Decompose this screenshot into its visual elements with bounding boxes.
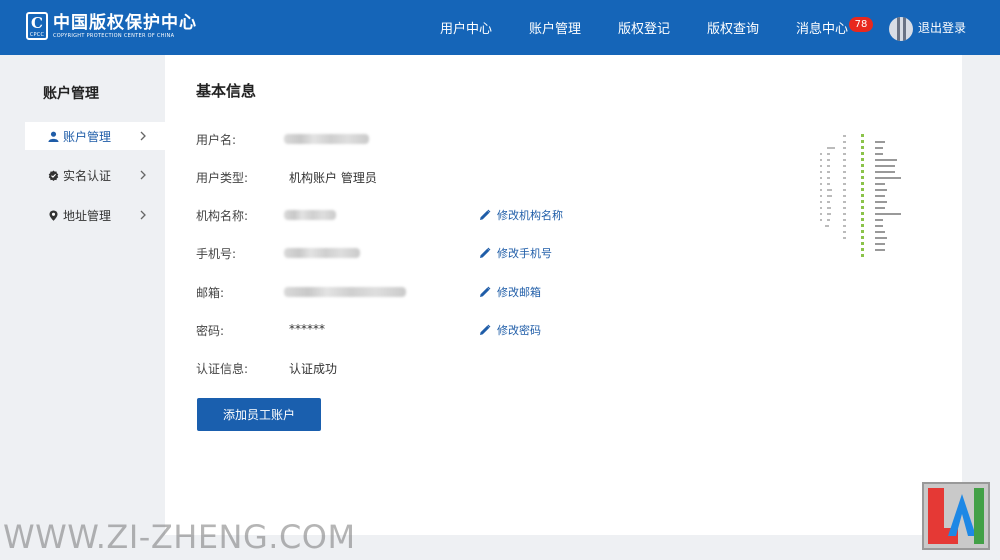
sidebar-title: 账户管理 (43, 86, 99, 102)
site-logo[interactable]: C CPCC 中国版权保护中心 COPYRIGHT PROTECTION CEN… (26, 12, 197, 40)
email-label: 邮箱: (196, 286, 225, 300)
pencil-icon (480, 324, 491, 335)
sidebar-item-address-management[interactable]: 地址管理 (25, 201, 165, 229)
phone-value-redacted (284, 248, 360, 258)
logo-subtitle: COPYRIGHT PROTECTION CENTER OF CHINA (53, 32, 175, 39)
user-type-value: 机构账户 管理员 (289, 171, 377, 185)
sidebar-item-label: 地址管理 (63, 208, 112, 223)
phone-label: 手机号: (196, 247, 237, 261)
avatar[interactable] (889, 17, 913, 41)
top-navbar: C CPCC 中国版权保护中心 COPYRIGHT PROTECTION CEN… (0, 0, 1000, 55)
certification-label: 认证信息: (196, 362, 249, 376)
nav-message-center[interactable]: 消息中心 (796, 0, 848, 55)
username-label: 用户名: (196, 133, 237, 147)
edit-phone-link[interactable]: 修改手机号 (479, 245, 552, 261)
pencil-icon (480, 286, 491, 297)
org-name-value-redacted (284, 210, 336, 220)
watermark-text: WWW.ZI-ZHENG.COM (3, 518, 356, 556)
nav-copyright-query[interactable]: 版权查询 (707, 0, 759, 55)
chevron-right-icon (140, 170, 146, 180)
chevron-right-icon (140, 131, 146, 141)
logout-link[interactable]: 退出登录 (918, 0, 966, 55)
location-pin-icon (47, 209, 59, 221)
sidebar: 账户管理 账户管理 实名认证 地址管理 (25, 55, 165, 535)
username-value-redacted (284, 134, 369, 144)
chevron-right-icon (140, 210, 146, 220)
email-value-redacted (284, 287, 406, 297)
page-title: 基本信息 (196, 82, 257, 100)
org-name-label: 机构名称: (196, 209, 249, 223)
edit-org-name-link[interactable]: 修改机构名称 (479, 207, 563, 223)
edit-password-link[interactable]: 修改密码 (479, 322, 541, 338)
sidebar-item-account-management[interactable]: 账户管理 (25, 122, 165, 150)
pencil-icon (480, 209, 491, 220)
nav-copyright-registration[interactable]: 版权登记 (618, 0, 670, 55)
add-employee-account-button[interactable]: 添加员工账户 (197, 398, 321, 431)
nav-account-management[interactable]: 账户管理 (529, 0, 581, 55)
message-count-badge: 78 (849, 17, 873, 32)
certification-value: 认证成功 (289, 362, 338, 376)
badge-check-icon (47, 169, 59, 181)
basic-info-panel: 基本信息 用户名: 用户类型: 机构账户 管理员 机构名称: 修改机构名称 手机… (165, 55, 962, 535)
sidebar-item-label: 账户管理 (63, 129, 112, 144)
pencil-icon (480, 247, 491, 258)
logo-title: 中国版权保护中心 (53, 12, 197, 33)
copyright-logo-icon: C CPCC (26, 12, 48, 40)
decorative-artifact (820, 134, 901, 257)
user-type-label: 用户类型: (196, 171, 249, 185)
sidebar-item-real-name-auth[interactable]: 实名认证 (25, 161, 165, 189)
nav-user-center[interactable]: 用户中心 (440, 0, 492, 55)
password-label: 密码: (196, 324, 225, 338)
password-value: ****** (289, 322, 325, 336)
watermark-logo-icon (922, 482, 990, 550)
edit-email-link[interactable]: 修改邮箱 (479, 284, 541, 300)
sidebar-item-label: 实名认证 (63, 168, 112, 183)
user-icon (47, 130, 59, 142)
